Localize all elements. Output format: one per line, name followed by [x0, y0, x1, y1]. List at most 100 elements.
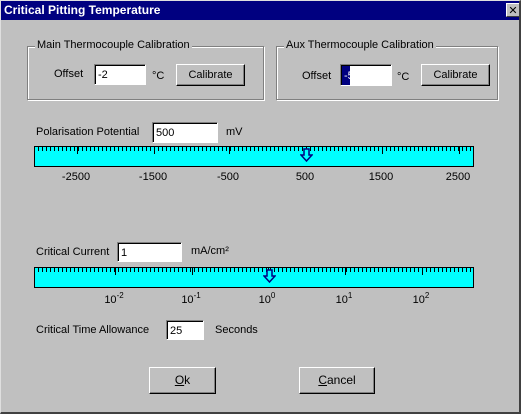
slider-major-tick — [382, 147, 383, 154]
slider-tick — [122, 147, 123, 151]
close-icon[interactable]: ✕ — [506, 3, 520, 17]
main-offset-unit: °C — [152, 70, 165, 82]
slider-tick — [366, 268, 367, 272]
slider-tick — [406, 268, 407, 272]
aux-offset-input[interactable] — [340, 64, 392, 86]
slider-tick — [298, 268, 299, 272]
slider-tick — [226, 268, 227, 272]
slider-tick — [322, 268, 323, 272]
slider-tick — [226, 147, 227, 151]
slider-tick — [306, 268, 307, 272]
slider-tick — [458, 268, 459, 272]
slider-tick — [166, 268, 167, 272]
time-allowance-input[interactable] — [166, 320, 204, 340]
slider-tick — [442, 147, 443, 151]
main-calibrate-button[interactable]: Calibrate — [176, 64, 245, 86]
slider-tick — [322, 147, 323, 151]
polarisation-scale-label: -1500 — [138, 171, 168, 183]
down-arrow-icon[interactable] — [262, 269, 276, 283]
slider-major-tick — [192, 268, 193, 275]
slider-tick — [202, 268, 203, 272]
slider-tick — [158, 268, 159, 272]
slider-tick — [318, 268, 319, 272]
slider-tick — [342, 147, 343, 151]
slider-tick — [370, 268, 371, 272]
slider-tick — [62, 147, 63, 151]
slider-tick — [74, 147, 75, 151]
critical-current-input[interactable] — [117, 242, 182, 262]
slider-tick — [150, 147, 151, 151]
slider-tick — [158, 147, 159, 151]
slider-tick — [254, 147, 255, 151]
slider-tick — [334, 268, 335, 272]
slider-tick — [178, 147, 179, 151]
slider-tick — [454, 268, 455, 272]
title-bar[interactable]: Critical Pitting Temperature ✕ — [0, 0, 521, 20]
slider-tick — [450, 147, 451, 151]
slider-tick — [50, 268, 51, 272]
slider-tick — [430, 147, 431, 151]
slider-tick — [442, 268, 443, 272]
slider-tick — [82, 147, 83, 151]
slider-tick — [170, 268, 171, 272]
slider-tick — [338, 147, 339, 151]
slider-tick — [438, 147, 439, 151]
slider-tick — [110, 147, 111, 151]
slider-tick — [58, 147, 59, 151]
critical-current-scale-label: 100 — [258, 291, 276, 307]
slider-tick — [106, 268, 107, 272]
slider-tick — [342, 268, 343, 272]
polarisation-slider[interactable] — [34, 146, 474, 167]
slider-tick — [182, 268, 183, 272]
slider-tick — [98, 147, 99, 151]
slider-tick — [106, 147, 107, 151]
slider-tick — [210, 147, 211, 151]
slider-tick — [214, 147, 215, 151]
slider-tick — [66, 268, 67, 272]
critical-current-scale-label: 102 — [412, 291, 430, 307]
slider-tick — [122, 268, 123, 272]
main-offset-input[interactable] — [94, 64, 146, 85]
slider-tick — [118, 147, 119, 151]
slider-tick — [354, 268, 355, 272]
slider-tick — [78, 147, 79, 151]
cancel-mnemonic: C — [318, 373, 327, 387]
slider-tick — [242, 147, 243, 151]
slider-tick — [194, 147, 195, 151]
critical-current-slider[interactable] — [34, 267, 474, 288]
slider-tick — [466, 268, 467, 272]
slider-major-tick — [154, 147, 155, 154]
slider-major-tick — [422, 268, 423, 275]
polarisation-scale-label: 1500 — [368, 171, 394, 183]
slider-tick — [54, 268, 55, 272]
slider-tick — [418, 147, 419, 151]
slider-tick — [178, 268, 179, 272]
cancel-button[interactable]: Cancel — [299, 367, 375, 394]
slider-tick — [470, 147, 471, 151]
polarisation-input[interactable] — [152, 122, 218, 143]
slider-tick — [418, 268, 419, 272]
slider-tick — [330, 268, 331, 272]
polarisation-label: Polarisation Potential — [36, 126, 140, 138]
slider-tick — [198, 268, 199, 272]
slider-tick — [318, 147, 319, 151]
slider-tick — [294, 147, 295, 151]
down-arrow-icon[interactable] — [300, 148, 314, 162]
slider-tick — [250, 147, 251, 151]
slider-tick — [258, 268, 259, 272]
slider-tick — [350, 268, 351, 272]
slider-tick — [410, 268, 411, 272]
ok-button[interactable]: Ok — [149, 367, 216, 394]
slider-tick — [186, 147, 187, 151]
window-title: Critical Pitting Temperature — [4, 3, 161, 17]
slider-tick — [146, 147, 147, 151]
slider-tick — [446, 268, 447, 272]
slider-tick — [346, 268, 347, 272]
slider-tick — [278, 268, 279, 272]
slider-tick — [466, 147, 467, 151]
slider-tick — [434, 268, 435, 272]
slider-tick — [450, 268, 451, 272]
slider-tick — [462, 268, 463, 272]
aux-calibrate-button[interactable]: Calibrate — [421, 64, 490, 86]
slider-tick — [162, 268, 163, 272]
